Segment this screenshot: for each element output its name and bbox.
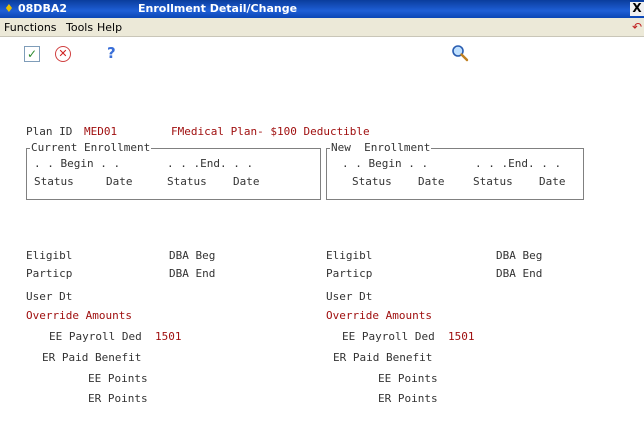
right-particp-label: Particp [326, 267, 373, 280]
new-begin-label: . . Begin . . [342, 157, 429, 170]
menu-help[interactable]: Help [97, 21, 122, 34]
right-er-points-label: ER Points [378, 392, 438, 405]
current-begin-date-col: Date [106, 175, 133, 188]
menu-bar: Functions Tools Help ↶ [0, 18, 644, 37]
current-begin-label: . . Begin . . [34, 157, 121, 170]
cancel-icon: ✕ [58, 47, 68, 60]
menu-functions[interactable]: Functions [4, 21, 57, 34]
plan-description: FMedical Plan- $100 Deductible [171, 125, 370, 138]
right-ee-points-label: EE Points [378, 372, 438, 385]
right-eligibl-label: Eligibl [326, 249, 373, 262]
new-begin-date-col: Date [418, 175, 445, 188]
exit-arrow-icon[interactable]: ↶ [632, 20, 642, 34]
current-end-status-col: Status [167, 175, 207, 188]
title-bar: ♦ 08DBA2 Enrollment Detail/Change X [0, 0, 644, 18]
current-enrollment-title: Current Enrollment [30, 141, 152, 154]
right-override-heading: Override Amounts [326, 309, 432, 322]
checkmark-icon: ✓ [26, 47, 38, 61]
search-button[interactable] [451, 44, 469, 62]
left-dba-beg-label: DBA Beg [169, 249, 216, 262]
left-ee-payroll-value[interactable]: 1501 [155, 330, 182, 343]
current-enrollment-group [26, 148, 321, 200]
right-ee-payroll-label: EE Payroll Ded [342, 330, 435, 343]
new-end-date-col: Date [539, 175, 566, 188]
left-ee-points-label: EE Points [88, 372, 148, 385]
left-user-dt-label: User Dt [26, 290, 73, 303]
plan-id-label: Plan ID [26, 125, 73, 138]
left-ee-payroll-label: EE Payroll Ded [49, 330, 142, 343]
form-content: Plan ID MED01 FMedical Plan- $100 Deduct… [0, 118, 644, 433]
left-particp-label: Particp [26, 267, 73, 280]
right-user-dt-label: User Dt [326, 290, 373, 303]
menu-tools[interactable]: Tools [66, 21, 93, 34]
right-ee-payroll-value[interactable]: 1501 [448, 330, 475, 343]
left-eligibl-label: Eligibl [26, 249, 73, 262]
right-dba-end-label: DBA End [496, 267, 543, 280]
cancel-button[interactable]: ✕ [55, 46, 71, 62]
left-er-points-label: ER Points [88, 392, 148, 405]
new-enrollment-group [326, 148, 584, 200]
magnifier-icon [452, 45, 469, 62]
left-dba-end-label: DBA End [169, 267, 216, 280]
current-begin-status-col: Status [34, 175, 74, 188]
right-er-paid-label: ER Paid Benefit [333, 351, 433, 364]
help-button[interactable]: ? [107, 44, 116, 62]
toolbar [0, 37, 644, 97]
new-begin-status-col: Status [352, 175, 392, 188]
plan-id-value[interactable]: MED01 [84, 125, 117, 138]
current-end-date-col: Date [233, 175, 260, 188]
close-button[interactable]: X [630, 2, 644, 16]
window-id: 08DBA2 [18, 2, 67, 15]
current-end-label: . . .End. . . [167, 157, 254, 170]
right-dba-beg-label: DBA Beg [496, 249, 543, 262]
left-er-paid-label: ER Paid Benefit [42, 351, 142, 364]
window-title: Enrollment Detail/Change [138, 2, 298, 15]
new-enrollment-title: New Enrollment [330, 141, 432, 154]
ok-button[interactable]: ✓ [24, 46, 40, 62]
app-icon: ♦ [4, 2, 14, 15]
new-end-status-col: Status [473, 175, 513, 188]
left-override-heading: Override Amounts [26, 309, 132, 322]
new-end-label: . . .End. . . [475, 157, 562, 170]
